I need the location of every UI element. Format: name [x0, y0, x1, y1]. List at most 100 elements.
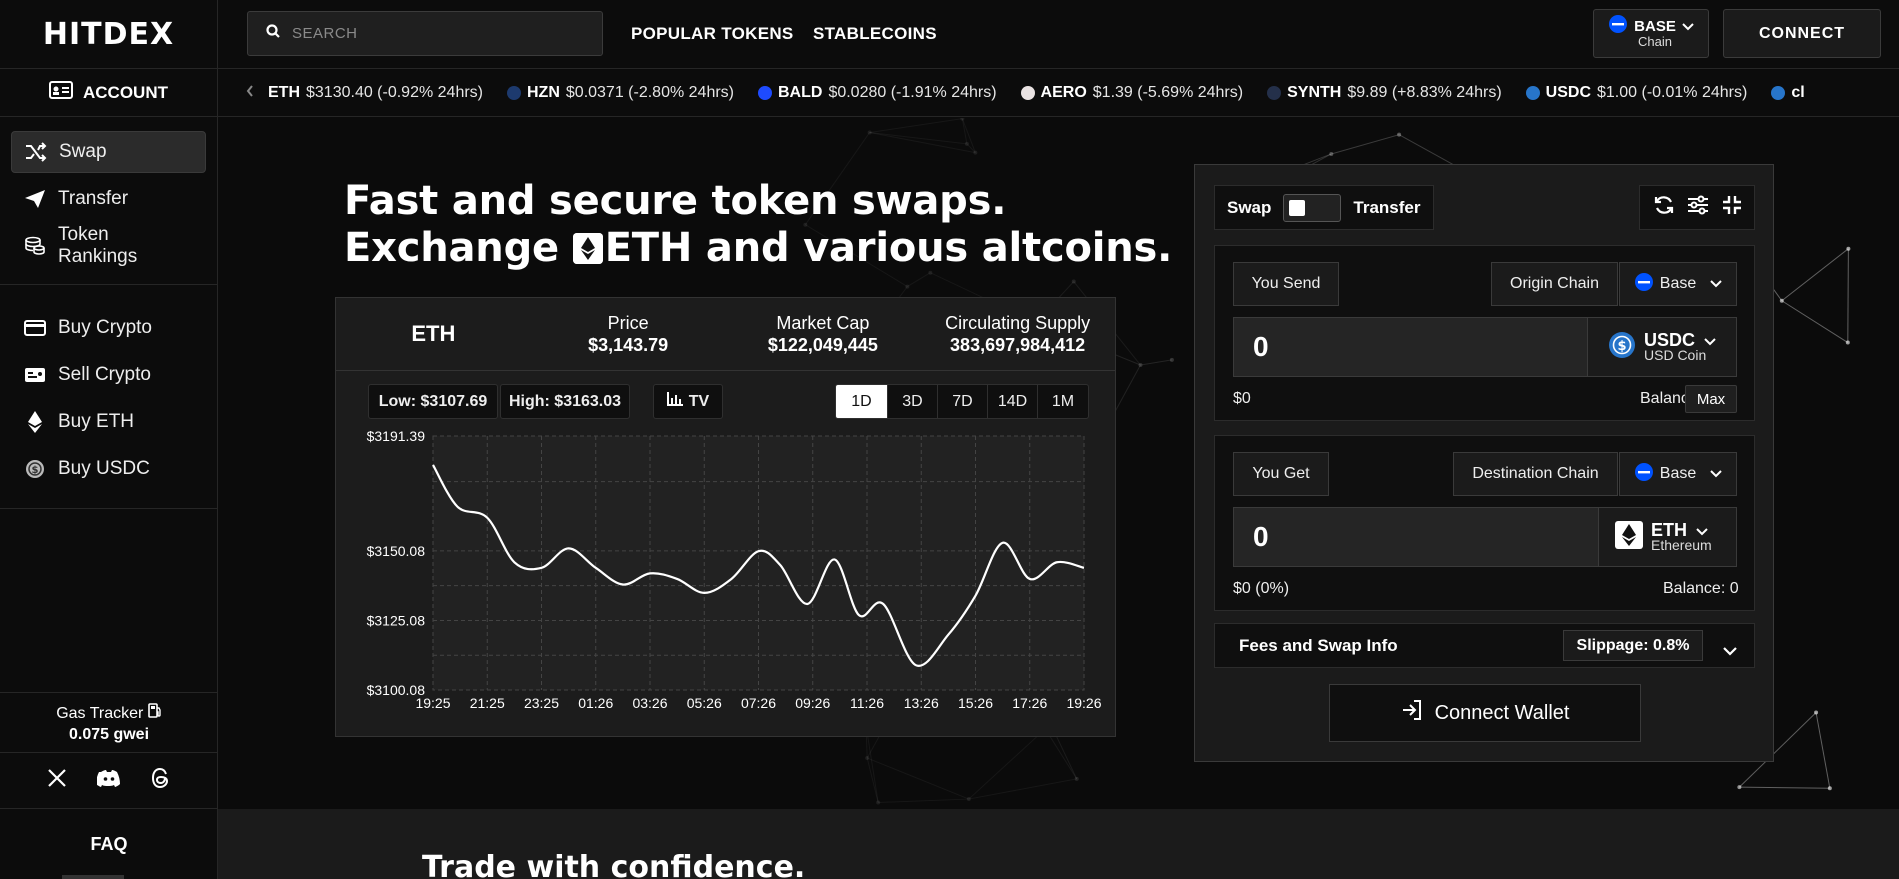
sidebar-item-transfer[interactable]: Transfer	[11, 178, 206, 220]
ticker-item[interactable]: HZN $0.0371 (-2.80% 24hrs)	[507, 84, 734, 102]
network-line	[961, 118, 976, 153]
ticker-item[interactable]: BALD $0.0280 (-1.91% 24hrs)	[758, 84, 997, 102]
gas-tracker-value: 0.075 gwei	[68, 726, 150, 743]
network-line	[867, 757, 970, 800]
origin-chain-label: Origin Chain	[1491, 262, 1618, 306]
base-chain-icon	[1608, 14, 1628, 39]
ticker-item[interactable]: cl	[1771, 84, 1810, 102]
price-chart: $3191.39$3150.08$3125.08$3100.0819:25 21:…	[367, 428, 1102, 711]
sidebar-item-token-rankings[interactable]: Token Rankings	[11, 224, 206, 267]
connect-button[interactable]: CONNECT	[1723, 9, 1881, 58]
eth-icon	[24, 411, 46, 433]
network-node	[966, 797, 971, 802]
receive-token-select[interactable]: ETH Ethereum	[1598, 507, 1737, 567]
nav-primary: Swap Transfer Token Rankings	[0, 117, 217, 285]
x-tick-label: 07:26	[741, 695, 776, 711]
destination-chain-value: Base	[1659, 465, 1697, 482]
network-node	[1845, 340, 1850, 345]
footer-title: Trade with confidence.	[422, 850, 806, 879]
ticker-symbol: ETH	[268, 84, 300, 101]
token-logo-icon	[1525, 86, 1540, 100]
hero-line-1: Fast and secure token swaps.	[344, 178, 1007, 224]
fuel-pump-icon	[147, 703, 162, 722]
sidebar-item-buy-crypto[interactable]: Buy Crypto	[11, 307, 206, 349]
destination-chain-select[interactable]: Base	[1619, 452, 1737, 496]
network-line	[1847, 248, 1849, 343]
eth-icon	[1615, 520, 1643, 554]
ticker-symbol: cl	[1791, 84, 1805, 101]
base-chain-icon	[1634, 272, 1654, 297]
y-tick-label: $3125.08	[367, 612, 426, 628]
destination-chain-label: Destination Chain	[1453, 452, 1618, 496]
fees-info-row[interactable]: Fees and Swap Info Slippage: 0.8%	[1214, 623, 1755, 668]
collapse-icon[interactable]	[1722, 195, 1742, 220]
ticker-item[interactable]: AERO $1.39 (-5.69% 24hrs)	[1020, 84, 1243, 102]
token-stats-card: ETH Price $3,143.79 Market Cap $122,049,…	[335, 297, 1116, 737]
chain-selector[interactable]: BASE Chain	[1593, 9, 1709, 58]
receive-usd-value: $0 (0%)	[1233, 580, 1290, 597]
refresh-icon[interactable]	[1653, 194, 1675, 221]
ticker-item[interactable]: SYNTH $9.89 (+8.83% 24hrs)	[1267, 84, 1502, 102]
connect-wallet-button[interactable]: Connect Wallet	[1329, 684, 1641, 742]
search-input[interactable]	[292, 25, 572, 42]
eth-icon	[572, 233, 603, 264]
max-button[interactable]: Max	[1685, 385, 1737, 413]
slippage-badge[interactable]: Slippage: 0.8%	[1563, 630, 1703, 661]
x-tick-label: 09:26	[795, 695, 830, 711]
sidebar-item-sell-crypto[interactable]: Sell Crypto	[11, 354, 206, 396]
ticker-price: $1.00 (-0.01% 24hrs)	[1597, 84, 1748, 101]
chevron-left-icon	[246, 84, 254, 102]
ticker-price: $9.89 (+8.83% 24hrs)	[1347, 84, 1502, 101]
x-tick-label: 05:26	[687, 695, 722, 711]
ticker-price: $0.0371 (-2.80% 24hrs)	[565, 84, 734, 101]
network-line	[869, 118, 963, 134]
sidebar-item-label: Swap	[59, 141, 107, 162]
search-box[interactable]	[247, 11, 603, 56]
fees-label: Fees and Swap Info	[1239, 635, 1398, 655]
main-content: Fast and secure token swaps. Exchange ET…	[218, 118, 1899, 809]
faq-label: FAQ	[90, 833, 128, 854]
connect-wallet-label: Connect Wallet	[1434, 701, 1570, 724]
send-token-name: USD Coin	[1644, 347, 1707, 363]
ticker-item[interactable]: ETH $3130.40 (-0.92% 24hrs)	[268, 84, 483, 102]
network-node	[1737, 785, 1742, 790]
swap-mode-label: Swap	[1227, 197, 1272, 217]
ticker-price: $3130.40 (-0.92% 24hrs)	[306, 84, 483, 101]
ticker-item[interactable]: USDC $1.00 (-0.01% 24hrs)	[1525, 84, 1748, 102]
base-chain-icon	[1634, 462, 1654, 487]
threads-icon[interactable]	[151, 767, 171, 794]
nav-popular-tokens[interactable]: POPULAR TOKENS	[631, 24, 794, 44]
network-node	[973, 150, 978, 155]
token-logo-icon	[1267, 86, 1282, 100]
settings-sliders-icon[interactable]	[1687, 195, 1709, 220]
social-links	[0, 752, 218, 808]
origin-chain-select[interactable]: Base	[1619, 262, 1737, 306]
ticker-symbol: BALD	[778, 84, 823, 101]
network-node	[1329, 151, 1334, 156]
network-node	[1071, 279, 1076, 284]
mode-switch: Swap Transfer	[1214, 185, 1434, 230]
faq-link[interactable]: FAQ	[0, 808, 218, 879]
sidebar-item-buy-eth[interactable]: Buy ETH	[11, 401, 206, 443]
x-tick-label: 19:26	[1066, 695, 1101, 711]
chevron-down-icon	[1682, 18, 1694, 36]
panel-tools	[1639, 185, 1755, 230]
sidebar-item-swap[interactable]: Swap	[11, 131, 206, 173]
receive-amount-input[interactable]: 0	[1233, 507, 1600, 567]
nav-stablecoins[interactable]: STABLECOINS	[813, 24, 937, 44]
network-node	[1397, 132, 1402, 137]
send-token-select[interactable]: $ USDC USD Coin	[1587, 317, 1737, 377]
brand-logo[interactable]: HITDEX	[43, 17, 174, 52]
x-icon[interactable]	[47, 768, 67, 793]
send-amount-input[interactable]: 0	[1233, 317, 1589, 377]
token-logo-icon	[507, 86, 521, 100]
sidebar-item-buy-usdc[interactable]: $ Buy USDC	[11, 448, 206, 490]
discord-icon[interactable]	[96, 769, 121, 792]
network-line	[907, 272, 931, 288]
network-line	[961, 118, 968, 144]
transfer-mode-label: Transfer	[1353, 197, 1421, 217]
chevron-down-icon[interactable]	[1723, 641, 1737, 661]
account-button[interactable]: ACCOUNT	[0, 69, 217, 117]
swap-transfer-toggle[interactable]	[1283, 193, 1342, 222]
network-line	[1739, 786, 1830, 789]
